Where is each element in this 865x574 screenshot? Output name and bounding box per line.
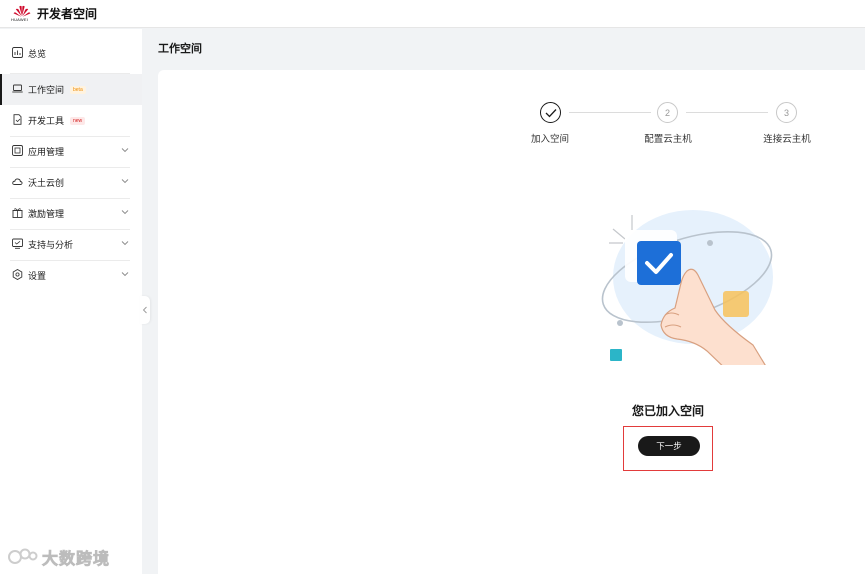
tool-file-icon [13, 114, 22, 125]
gear-icon [12, 269, 23, 280]
sidebar-item-dev-tools[interactable]: 开发工具 new [0, 105, 142, 136]
sidebar-item-label: 激励管理 [28, 209, 65, 219]
sidebar-item-label: 沃土云创 [28, 178, 65, 188]
step-3-circle: 3 [776, 102, 797, 123]
step-2-circle: 2 [657, 102, 678, 123]
chevron-down-icon[interactable] [121, 239, 129, 247]
step-2-label: 配置云主机 [644, 134, 692, 145]
check-icon [545, 108, 556, 117]
sidebar-item-support-analysis[interactable]: 支持与分析 [0, 229, 142, 260]
sidebar-item-app-management[interactable]: 应用管理 [0, 136, 142, 167]
cloud-icon [12, 178, 23, 185]
step-connector [569, 112, 651, 113]
sidebar-item-label: 开发工具 [28, 116, 65, 126]
sidebar-item-label: 应用管理 [28, 147, 65, 157]
sidebar-item-label: 总览 [28, 49, 47, 59]
logo-text: HUAWEI [11, 17, 29, 22]
sidebar-item-settings[interactable]: 设置 [0, 260, 142, 291]
beta-badge: beta [70, 86, 86, 94]
success-illustration [601, 210, 773, 365]
watermark-text: 大数跨境 [42, 551, 111, 569]
step-1-label: 加入空间 [530, 134, 569, 145]
new-badge: new [70, 117, 86, 125]
top-bar: HUAWEI 开发者空间 [0, 0, 865, 28]
chevron-down-icon[interactable] [121, 208, 129, 216]
step-1-circle [540, 102, 561, 123]
chevron-down-icon[interactable] [121, 146, 129, 154]
watermark-logo-icon [8, 548, 38, 564]
chevron-down-icon[interactable] [121, 270, 129, 278]
step-3-label: 连接云主机 [763, 134, 811, 145]
sidebar-item-label: 支持与分析 [28, 240, 74, 250]
support-icon [12, 238, 23, 249]
next-step-button[interactable]: 下一步 [638, 436, 700, 456]
step-connector [686, 112, 768, 113]
sidebar-item-workspace[interactable]: 工作空间 beta [0, 74, 142, 105]
sidebar-collapse-handle[interactable] [140, 296, 150, 324]
app-title[interactable]: 开发者空间 [37, 5, 97, 22]
chevron-down-icon[interactable] [121, 177, 129, 185]
sidebar-item-label: 工作空间 [28, 85, 65, 95]
watermark: 大数跨境 [8, 546, 110, 568]
laptop-icon [12, 84, 23, 93]
sidebar-item-incentive-management[interactable]: 激励管理 [0, 198, 142, 229]
page-title: 工作空间 [158, 43, 202, 55]
chevron-left-icon [142, 306, 147, 314]
workspace-card: 2 3 加入空间 配置云主机 连接云主机 您已加入空间 下一步 [158, 70, 865, 574]
sidebar: 总览 工作空间 beta 开发工具 new 应用管理 沃土云创 激励管理 支持与… [0, 29, 142, 574]
gift-icon [12, 208, 23, 218]
chart-icon [12, 47, 23, 58]
sidebar-item-wotu-yunchuang[interactable]: 沃土云创 [0, 167, 142, 198]
app-icon [12, 145, 23, 156]
success-message: 您已加入空间 [631, 404, 704, 418]
sidebar-item-overview[interactable]: 总览 [0, 38, 142, 69]
sidebar-item-label: 设置 [28, 271, 47, 281]
